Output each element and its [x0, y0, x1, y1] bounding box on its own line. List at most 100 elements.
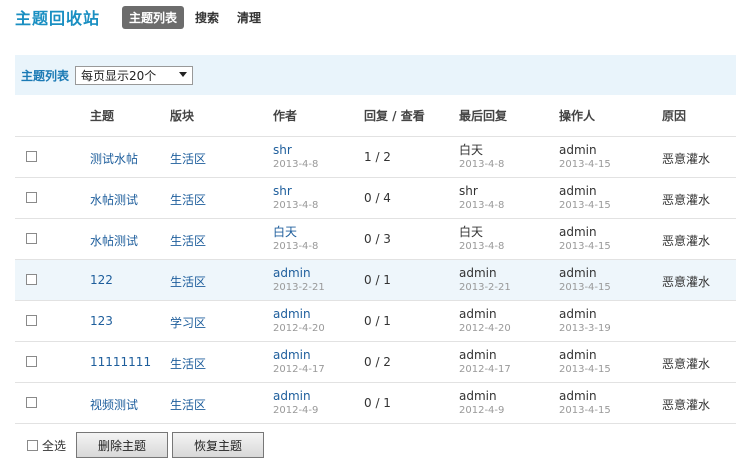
table-row: 水帖测试 生活区 白天 2013-4-8 0 / 3 白天 2013-4-8 a…: [15, 219, 736, 260]
forum-link[interactable]: 生活区: [170, 191, 206, 208]
per-page-value: 每页显示20个: [81, 68, 157, 83]
topic-link[interactable]: 水帖测试: [90, 232, 138, 249]
table-row: 测试水帖 生活区 shr 2013-4-8 1 / 2 白天 2013-4-8 …: [15, 137, 736, 178]
row-checkbox[interactable]: [26, 192, 37, 203]
list-toolbar: 主题列表 每页显示20个: [15, 55, 736, 95]
tab-search[interactable]: 搜索: [188, 6, 226, 29]
author-cell: shr 2013-4-8: [273, 143, 318, 171]
operator-cell: admin 2013-4-15: [559, 266, 611, 294]
author-link[interactable]: admin: [273, 389, 318, 404]
last-reply-date: 2013-2-21: [459, 282, 511, 293]
author-date: 2013-4-8: [273, 200, 319, 211]
table-row: 视频测试 生活区 admin 2012-4-9 0 / 1 admin 2012…: [15, 383, 736, 424]
author-date: 2013-2-21: [273, 282, 325, 293]
last-reply-date: 2012-4-9: [459, 405, 505, 416]
row-checkbox[interactable]: [26, 397, 37, 408]
operator-date: 2013-4-15: [559, 159, 611, 170]
reason-text: 恶意灌水: [662, 234, 711, 248]
last-reply-user: admin: [459, 389, 497, 403]
last-reply-user: admin: [459, 307, 497, 321]
table-row: 11111111 生活区 admin 2012-4-17 0 / 2 admin…: [15, 342, 736, 383]
author-link[interactable]: admin: [273, 266, 325, 281]
operator-date: 2013-4-15: [559, 405, 611, 416]
replies-views: 0 / 1: [364, 314, 391, 328]
col-author: 作者: [273, 109, 298, 123]
last-reply-user: 白天: [459, 143, 484, 157]
operator-date: 2013-4-15: [559, 282, 611, 293]
operator-user: admin: [559, 143, 597, 157]
select-all-label: 全选: [42, 438, 67, 453]
author-link[interactable]: admin: [273, 348, 325, 363]
operator-cell: admin 2013-4-15: [559, 143, 611, 171]
last-reply-cell: 白天 2013-4-8: [459, 225, 504, 253]
last-reply-cell: admin 2012-4-20: [459, 307, 511, 335]
forum-link[interactable]: 生活区: [170, 273, 206, 290]
forum-link[interactable]: 生活区: [170, 150, 206, 167]
last-reply-date: 2013-4-8: [459, 241, 505, 252]
topic-link[interactable]: 视频测试: [90, 396, 138, 413]
reason-text: 恶意灌水: [662, 398, 711, 412]
topic-link[interactable]: 11111111: [90, 355, 151, 369]
row-checkbox[interactable]: [26, 274, 37, 285]
replies-views: 0 / 1: [364, 396, 391, 410]
topic-link[interactable]: 123: [90, 314, 113, 328]
operator-date: 2013-3-19: [559, 323, 611, 334]
last-reply-user: 白天: [459, 225, 484, 239]
chevron-down-icon: [179, 71, 188, 77]
select-all-checkbox[interactable]: [27, 439, 38, 451]
row-checkbox[interactable]: [26, 356, 37, 367]
tab-topic-list[interactable]: 主题列表: [122, 5, 185, 29]
author-date: 2013-4-8: [273, 159, 319, 170]
operator-user: admin: [559, 348, 597, 362]
replies-views: 0 / 2: [364, 355, 391, 369]
row-checkbox[interactable]: [26, 151, 37, 162]
reason-text: 恶意灌水: [662, 275, 711, 289]
operator-user: admin: [559, 389, 597, 403]
author-date: 2012-4-20: [273, 323, 325, 334]
last-reply-cell: shr 2013-4-8: [459, 184, 504, 212]
operator-user: admin: [559, 225, 597, 239]
last-reply-user: shr: [459, 184, 478, 198]
author-link[interactable]: shr: [273, 143, 318, 158]
operator-date: 2013-4-15: [559, 200, 611, 211]
author-date: 2012-4-9: [273, 405, 319, 416]
author-cell: admin 2012-4-20: [273, 307, 325, 335]
topic-link[interactable]: 122: [90, 273, 113, 287]
page-header: 主题回收站 主题列表 搜索 清理: [15, 5, 272, 29]
operator-cell: admin 2013-4-15: [559, 225, 611, 253]
restore-topic-button[interactable]: 恢复主题: [172, 432, 265, 458]
author-link[interactable]: admin: [273, 307, 325, 322]
forum-link[interactable]: 生活区: [170, 396, 206, 413]
row-checkbox[interactable]: [26, 233, 37, 244]
operator-date: 2013-4-15: [559, 364, 611, 375]
author-link[interactable]: 白天: [273, 225, 318, 240]
table-header: 主题 版块 作者 回复 / 查看 最后回复 操作人 原因: [15, 95, 736, 137]
last-reply-date: 2012-4-17: [459, 364, 511, 375]
col-last-reply: 最后回复: [459, 109, 508, 123]
delete-topic-button[interactable]: 删除主题: [76, 432, 169, 458]
reason-text: 恶意灌水: [662, 357, 711, 371]
last-reply-cell: admin 2012-4-17: [459, 348, 511, 376]
operator-date: 2013-4-15: [559, 241, 611, 252]
replies-views: 0 / 3: [364, 232, 391, 246]
last-reply-cell: admin 2012-4-9: [459, 389, 504, 417]
author-link[interactable]: shr: [273, 184, 318, 199]
operator-cell: admin 2013-4-15: [559, 184, 611, 212]
last-reply-date: 2013-4-8: [459, 159, 505, 170]
table-footer: 全选 删除主题 恢复主题: [15, 431, 265, 459]
author-cell: admin 2012-4-9: [273, 389, 318, 417]
operator-cell: admin 2013-4-15: [559, 389, 611, 417]
forum-link[interactable]: 学习区: [170, 314, 206, 331]
replies-views: 0 / 1: [364, 273, 391, 287]
per-page-select[interactable]: 每页显示20个: [75, 65, 194, 85]
reason-text: 恶意灌水: [662, 152, 711, 166]
topic-link[interactable]: 水帖测试: [90, 191, 138, 208]
forum-link[interactable]: 生活区: [170, 355, 206, 372]
table-row: 122 生活区 admin 2013-2-21 0 / 1 admin 2013…: [15, 260, 736, 301]
author-cell: admin 2013-2-21: [273, 266, 325, 294]
topic-link[interactable]: 测试水帖: [90, 150, 138, 167]
tab-cleanup[interactable]: 清理: [230, 6, 268, 29]
table-row: 123 学习区 admin 2012-4-20 0 / 1 admin 2012…: [15, 301, 736, 342]
row-checkbox[interactable]: [26, 315, 37, 326]
forum-link[interactable]: 生活区: [170, 232, 206, 249]
